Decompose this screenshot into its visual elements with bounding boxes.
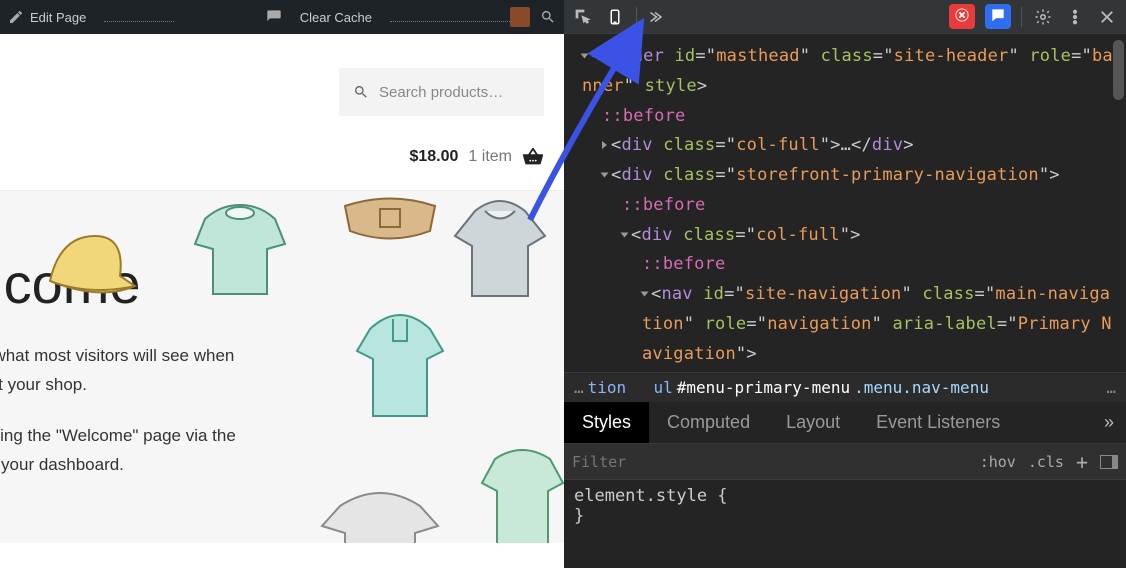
new-style-rule-button[interactable]: + <box>1076 450 1088 474</box>
website-preview: Edit Page Clear Cache Search products… $… <box>0 0 564 568</box>
devtools-panel: <header id="masthead" class="site-header… <box>564 0 1126 568</box>
cls-toggle[interactable]: .cls <box>1028 453 1064 471</box>
toggle-sidebar-icon[interactable] <box>1100 455 1118 469</box>
adminbar-divider <box>104 12 174 22</box>
scrollbar[interactable] <box>1113 40 1124 100</box>
tshirt-illustration <box>320 491 440 543</box>
hoodie-illustration <box>450 191 550 301</box>
avatar[interactable] <box>510 7 530 27</box>
comment-icon <box>266 9 282 25</box>
close-icon[interactable] <box>1096 6 1118 28</box>
breadcrumb-ellipsis[interactable]: … <box>1106 378 1116 397</box>
hero-section: elcome ich is what most visitors will se… <box>0 191 564 543</box>
polo-illustration <box>355 311 445 421</box>
element-picker-icon[interactable] <box>572 6 594 28</box>
shirt-illustration <box>185 199 295 299</box>
search-icon[interactable] <box>540 9 556 25</box>
styles-filter-bar: :hov .cls + <box>564 444 1126 480</box>
pencil-icon <box>8 9 24 25</box>
cart-summary[interactable]: $18.00 1 item <box>0 136 564 191</box>
belt-illustration <box>340 191 440 251</box>
device-toggle-icon[interactable] <box>604 6 626 28</box>
tab-layout[interactable]: Layout <box>768 402 858 443</box>
styles-pane[interactable]: element.style { } <box>564 480 1126 532</box>
css-line: } <box>574 506 1116 526</box>
clear-cache-label: Clear Cache <box>300 10 372 25</box>
wp-adminbar: Edit Page Clear Cache <box>0 0 564 34</box>
breadcrumb-item[interactable]: tion <box>588 378 627 397</box>
cart-price: $18.00 <box>409 148 458 166</box>
edit-page-label: Edit Page <box>30 10 86 25</box>
edit-page-link[interactable]: Edit Page <box>8 9 86 25</box>
clear-cache-link[interactable]: Clear Cache <box>300 10 372 25</box>
hov-toggle[interactable]: :hov <box>980 453 1016 471</box>
settings-icon[interactable] <box>1032 6 1054 28</box>
cart-count: 1 item <box>468 148 512 166</box>
styles-tabbar: Styles Computed Layout Event Listeners » <box>564 402 1126 444</box>
devtools-toolbar <box>564 0 1126 34</box>
error-badge[interactable] <box>949 4 975 29</box>
cap-illustration <box>40 221 140 311</box>
breadcrumb-class[interactable]: .menu.nav-menu <box>854 378 989 397</box>
adminbar-divider <box>390 12 510 22</box>
tab-event-listeners[interactable]: Event Listeners <box>858 402 1018 443</box>
tab-styles[interactable]: Styles <box>564 402 649 443</box>
basket-icon <box>522 146 544 168</box>
elements-tree[interactable]: <header id="masthead" class="site-header… <box>564 34 1126 372</box>
breadcrumb-ellipsis[interactable]: … <box>574 378 584 397</box>
hero-paragraph: ich is what most visitors will see when … <box>0 342 564 400</box>
kebab-menu-icon[interactable] <box>1064 6 1086 28</box>
search-placeholder: Search products… <box>379 84 503 101</box>
css-line: element.style { <box>574 486 1116 506</box>
breadcrumb-item[interactable]: ul <box>653 378 672 397</box>
issues-badge[interactable] <box>985 4 1011 29</box>
breadcrumb-id[interactable]: #menu-primary-menu <box>677 378 850 397</box>
more-tabs-icon[interactable]: » <box>1092 402 1126 443</box>
search-icon <box>353 84 369 100</box>
product-search[interactable]: Search products… <box>339 68 544 116</box>
filter-input[interactable] <box>572 453 968 471</box>
tab-computed[interactable]: Computed <box>649 402 768 443</box>
comments-link[interactable] <box>266 9 282 25</box>
breadcrumb[interactable]: … tion ul #menu-primary-menu.menu.nav-men… <box>564 372 1126 402</box>
more-tabs-icon[interactable] <box>647 6 669 28</box>
hoodie-illustration <box>480 441 564 543</box>
